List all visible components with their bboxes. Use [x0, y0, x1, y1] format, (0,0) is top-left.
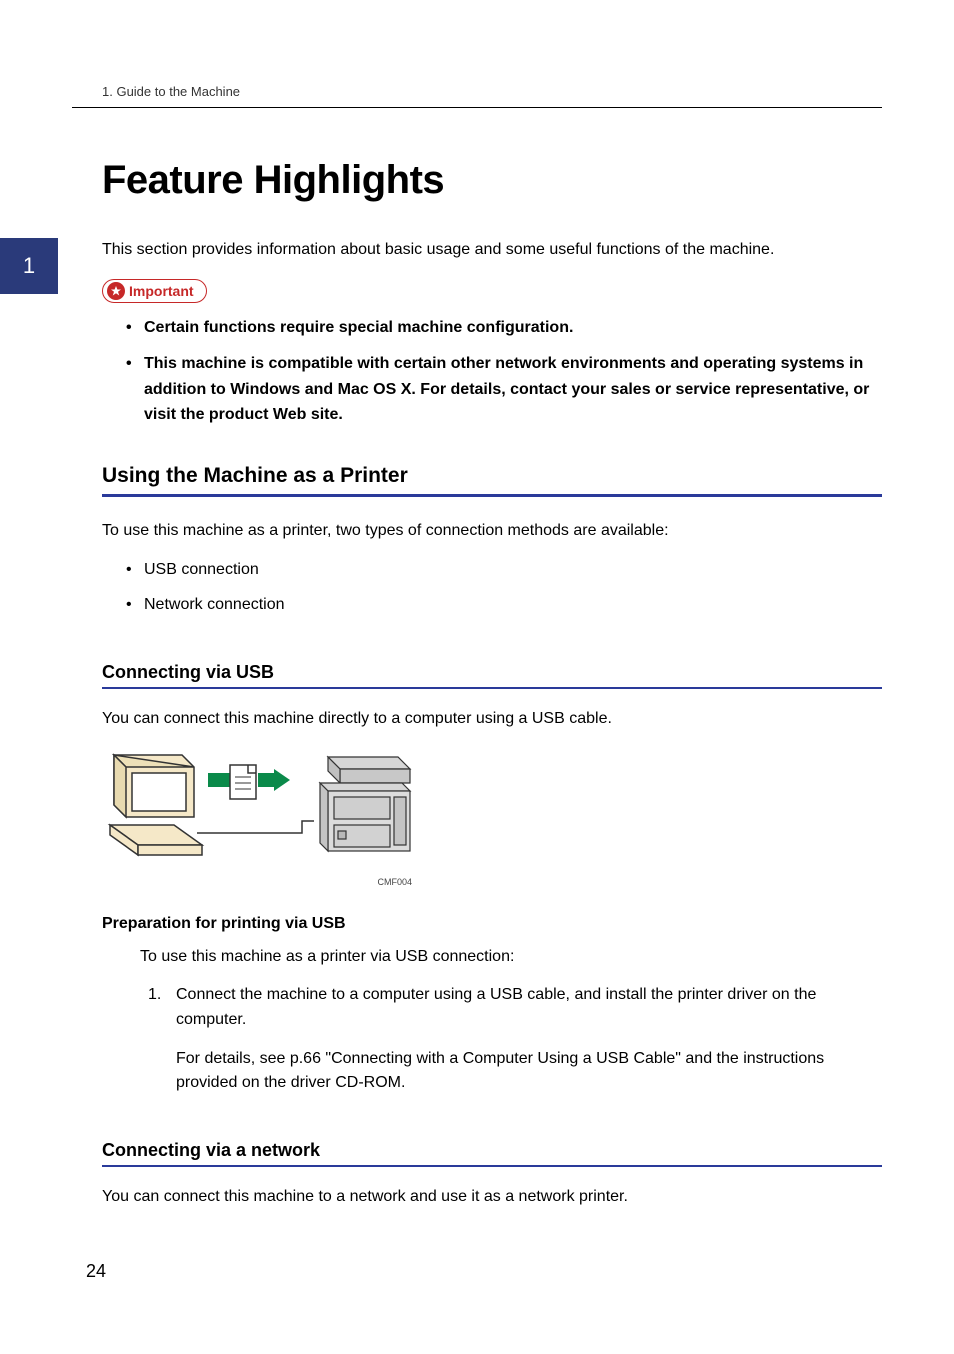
section-heading-printer: Using the Machine as a Printer [102, 464, 882, 497]
subheading-network: Connecting via a network [102, 1140, 882, 1167]
list-item: Connect the machine to a computer using … [140, 983, 882, 1096]
important-label: Important [129, 283, 194, 299]
important-badge: Important [102, 279, 207, 303]
usb-diagram-icon [102, 747, 412, 873]
page-title: Feature Highlights [102, 158, 882, 203]
important-list: Certain functions require special machin… [102, 315, 882, 427]
list-item: Network connection [126, 592, 882, 618]
subheading-usb: Connecting via USB [102, 662, 882, 689]
page-number: 24 [86, 1261, 106, 1282]
section1-intro: To use this machine as a printer, two ty… [102, 519, 882, 543]
breadcrumb: 1. Guide to the Machine [72, 84, 882, 108]
usb-intro: You can connect this machine directly to… [102, 707, 882, 731]
step-main: Connect the machine to a computer using … [176, 986, 816, 1028]
figure-caption: CMF004 [102, 877, 412, 887]
page-content: 1. Guide to the Machine Feature Highligh… [0, 0, 954, 1263]
important-callout: Important [102, 279, 882, 303]
prep-heading-usb: Preparation for printing via USB [102, 915, 882, 933]
list-item: Certain functions require special machin… [126, 315, 882, 341]
intro-text: This section provides information about … [102, 239, 882, 261]
star-icon [107, 282, 125, 300]
connection-list: USB connection Network connection [102, 557, 882, 618]
network-intro: You can connect this machine to a networ… [102, 1185, 882, 1209]
figure-usb-connection: CMF004 [102, 747, 882, 887]
step-sub: For details, see p.66 "Connecting with a… [176, 1047, 882, 1097]
list-item: USB connection [126, 557, 882, 583]
usb-steps: Connect the machine to a computer using … [102, 983, 882, 1096]
prep-intro-usb: To use this machine as a printer via USB… [140, 945, 882, 969]
list-item: This machine is compatible with certain … [126, 351, 882, 428]
